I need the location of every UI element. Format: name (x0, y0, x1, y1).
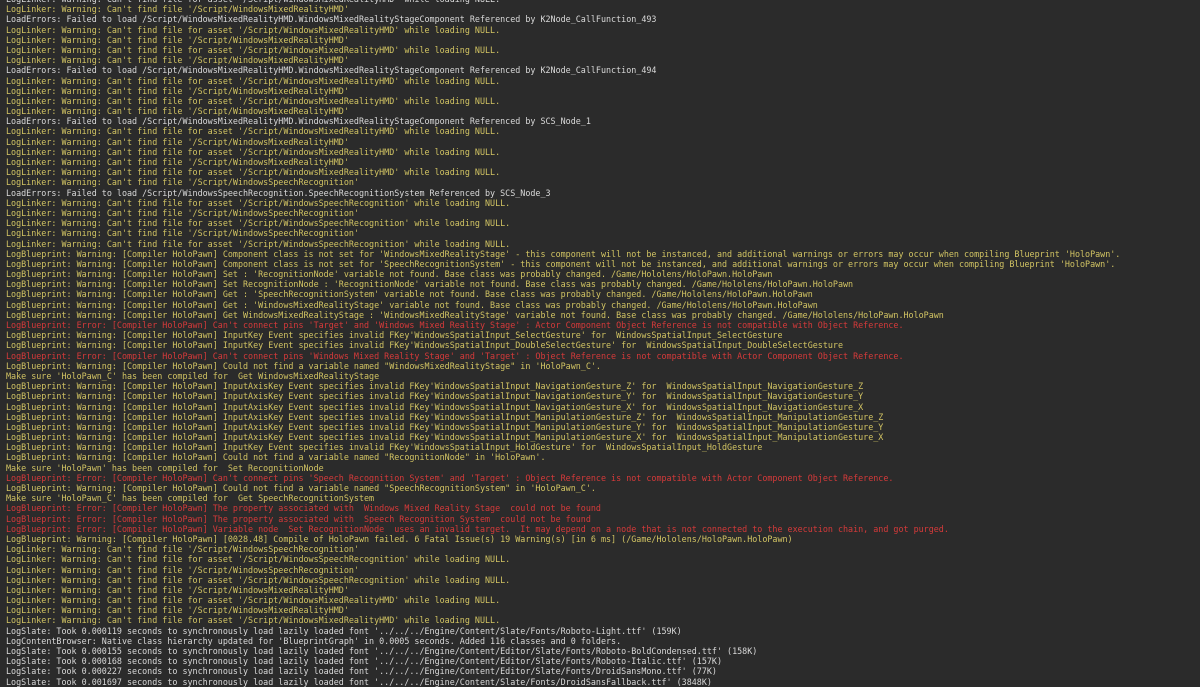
log-line-warn: LogBlueprint: Warning: [Compiler HoloPaw… (6, 452, 546, 463)
log-line-warn: LogBlueprint: Warning: [Compiler HoloPaw… (6, 401, 864, 412)
output-log-console[interactable]: LogLinker: Warning: Can't find file for … (0, 0, 1200, 687)
log-line-warn: Make sure 'HoloPawn_C' has been compiled… (6, 493, 375, 504)
log-line-warn: LogLinker: Warning: Can't find file '/Sc… (6, 4, 349, 15)
log-line-log: LogSlate: Took 0.000168 seconds to synch… (6, 656, 722, 667)
log-line-warn: LogLinker: Warning: Can't find file '/Sc… (6, 157, 349, 167)
log-line-warn: LogBlueprint: Warning: [Compiler HoloPaw… (6, 258, 1116, 269)
log-line-warn: LogLinker: Warning: Can't find file for … (6, 615, 501, 626)
log-line-err: LogBlueprint: Error: [Compiler HoloPawn]… (6, 472, 894, 483)
log-line-err: LogBlueprint: Error: [Compiler HoloPawn]… (6, 503, 601, 514)
log-line-warn: LogBlueprint: Warning: [Compiler HoloPaw… (6, 269, 773, 280)
log-line-warn: LogLinker: Warning: Can't find file for … (6, 574, 511, 585)
log-line-warn: LogBlueprint: Warning: [Compiler HoloPaw… (6, 299, 818, 310)
log-line-log: LogSlate: Took 0.001697 seconds to synch… (6, 676, 712, 687)
log-line-warn: LogBlueprint: Warning: [Compiler HoloPaw… (6, 309, 944, 320)
log-line-warn: LogLinker: Warning: Can't find file for … (6, 44, 501, 55)
log-line-warn: LogLinker: Warning: Can't find file for … (6, 197, 511, 208)
log-line-err: LogBlueprint: Error: [Compiler HoloPawn]… (6, 350, 904, 361)
log-lines: LogLinker: Warning: Can't find file for … (0, 0, 1200, 687)
log-line-log: LoadErrors: Failed to load /Script/Windo… (6, 116, 591, 127)
log-line-warn: LogLinker: Warning: Can't find file for … (6, 75, 501, 86)
log-line-warn: LogBlueprint: Warning: [Compiler HoloPaw… (6, 248, 1121, 259)
log-line-warn: LogBlueprint: Warning: [Compiler HoloPaw… (6, 432, 884, 443)
log-line-warn: LogBlueprint: Warning: [Compiler HoloPaw… (6, 381, 864, 392)
log-line-err: LogBlueprint: Error: [Compiler HoloPawn]… (6, 513, 591, 524)
log-line-warn: LogLinker: Warning: Can't find file for … (6, 167, 501, 178)
log-line-warn: LogBlueprint: Warning: [Compiler HoloPaw… (6, 533, 793, 544)
log-line-warn: LogLinker: Warning: Can't find file '/Sc… (6, 207, 359, 218)
log-line-warn: LogLinker: Warning: Can't find file '/Sc… (6, 85, 349, 96)
log-line-log: LogSlate: Took 0.000155 seconds to synch… (6, 646, 758, 656)
log-line-warn: Make sure 'HoloPawn_C' has been compiled… (6, 370, 380, 381)
log-line-log: LoadErrors: Failed to load /Script/Windo… (6, 65, 657, 76)
log-line-warn: LogBlueprint: Warning: [Compiler HoloPaw… (6, 289, 813, 300)
log-line-warn: LogLinker: Warning: Can't find file '/Sc… (6, 564, 359, 575)
log-line-warn: LogLinker: Warning: Can't find file for … (6, 238, 511, 249)
log-line-warn: Make sure 'HoloPawn' has been compiled f… (6, 462, 324, 473)
log-line-warn: LogLinker: Warning: Can't find file '/Sc… (6, 177, 359, 188)
log-line-warn: LogBlueprint: Warning: [Compiler HoloPaw… (6, 442, 763, 453)
log-line-warn: LogBlueprint: Warning: [Compiler HoloPaw… (6, 483, 596, 493)
log-line-warn: LogLinker: Warning: Can't find file '/Sc… (6, 55, 349, 66)
log-line-warn: LogLinker: Warning: Can't find file '/Sc… (6, 584, 349, 595)
log-line-log: LoadErrors: Failed to load /Script/Windo… (6, 14, 657, 25)
log-line-warn: LogBlueprint: Warning: [Compiler HoloPaw… (6, 421, 884, 432)
log-line-warn: LogBlueprint: Warning: [Compiler HoloPaw… (6, 330, 783, 341)
log-line-err: LogBlueprint: Error: [Compiler HoloPawn]… (6, 320, 904, 330)
log-line-warn: LogBlueprint: Warning: [Compiler HoloPaw… (6, 391, 864, 402)
log-line-warn: LogBlueprint: Warning: [Compiler HoloPaw… (6, 411, 884, 422)
log-line-warn: LogLinker: Warning: Can't find file for … (6, 126, 501, 137)
log-line-warn: LogLinker: Warning: Can't find file for … (6, 146, 501, 157)
log-line-log: LoadErrors: Failed to load /Script/Windo… (6, 187, 551, 198)
log-line-warn: LogBlueprint: Warning: [Compiler HoloPaw… (6, 360, 601, 371)
log-line-warn: LogLinker: Warning: Can't find file '/Sc… (6, 136, 349, 147)
log-line-err: LogBlueprint: Error: [Compiler HoloPawn]… (6, 523, 949, 534)
log-line-warn: LogLinker: Warning: Can't find file for … (6, 24, 501, 35)
log-line-log: LogSlate: Took 0.000227 seconds to synch… (6, 666, 717, 677)
log-line-warn: LogLinker: Warning: Can't find file '/Sc… (6, 34, 349, 45)
log-line-log: LogSlate: Took 0.000119 seconds to synch… (6, 625, 682, 636)
log-line-log: LogContentBrowser: Native class hierarch… (6, 635, 622, 646)
log-line-warn: LogBlueprint: Warning: [Compiler HoloPaw… (6, 279, 854, 290)
log-line-warn: LogLinker: Warning: Can't find file for … (6, 95, 501, 106)
log-line-warn: LogLinker: Warning: Can't find file '/Sc… (6, 106, 349, 117)
log-line-warn: LogLinker: Warning: Can't find file for … (6, 218, 511, 229)
log-line-warn: LogLinker: Warning: Can't find file for … (6, 595, 501, 606)
log-line-warn: LogBlueprint: Warning: [Compiler HoloPaw… (6, 340, 844, 351)
log-line-warn: LogLinker: Warning: Can't find file '/Sc… (6, 228, 359, 239)
log-line-warn: LogLinker: Warning: Can't find file '/Sc… (6, 605, 349, 616)
log-line-warn: LogLinker: Warning: Can't find file '/Sc… (6, 544, 359, 555)
log-line-warn: LogLinker: Warning: Can't find file for … (6, 554, 511, 565)
